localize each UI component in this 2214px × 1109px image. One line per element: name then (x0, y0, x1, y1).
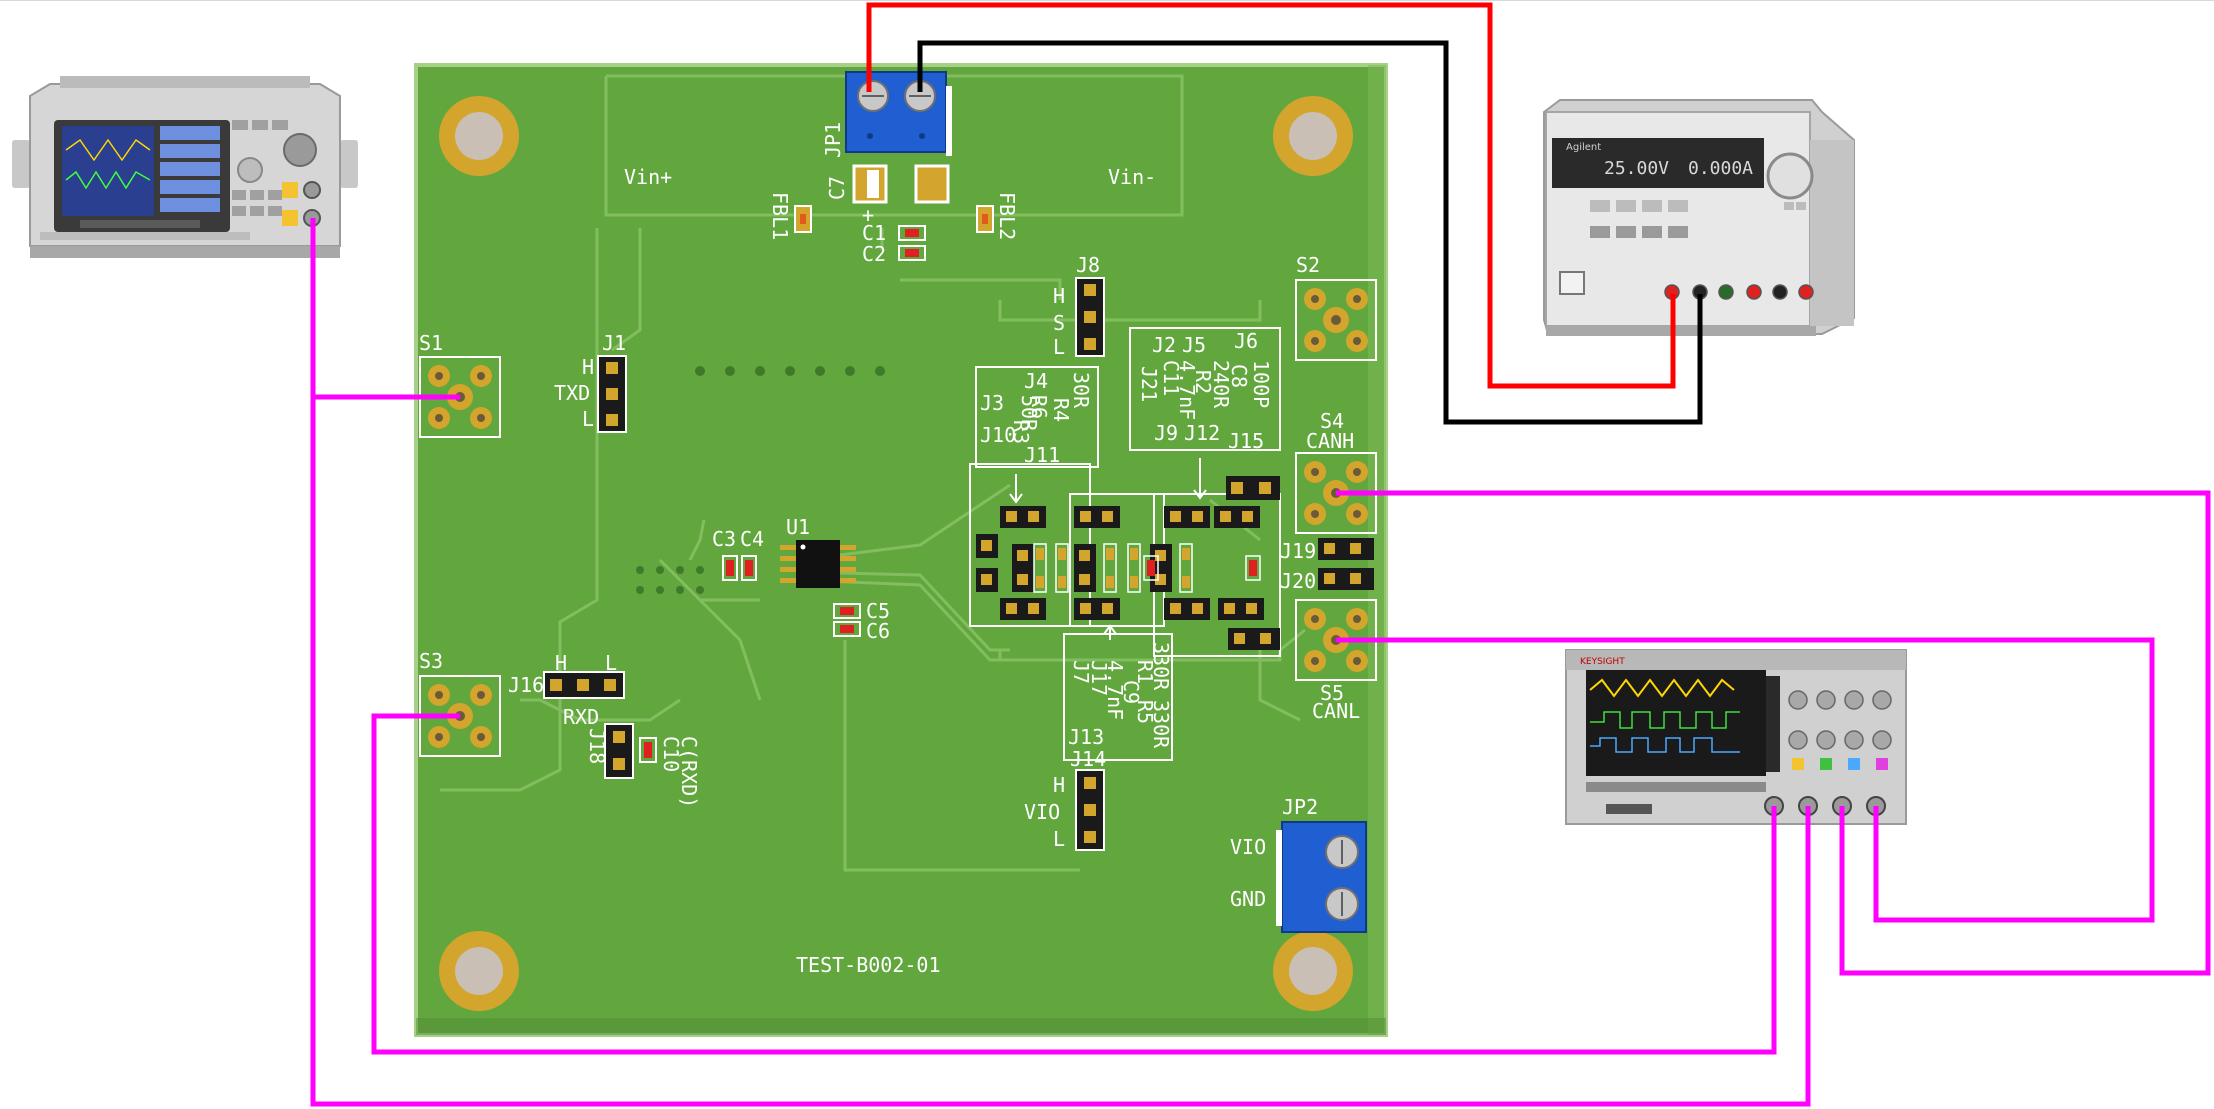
j6-label: J6 (1234, 329, 1258, 353)
c-rxd-label: C(RXD) (677, 736, 701, 808)
psu-voltage-readout: 25.00V (1604, 158, 1669, 179)
j18-label: J18 (585, 728, 609, 764)
rxd-label: RXD (563, 705, 599, 729)
j11-label: J11 (1024, 443, 1060, 467)
mounting-hole-bottom-right (1273, 931, 1353, 1011)
r330a-label: 330R (1149, 642, 1173, 691)
scope-brand-label: KEYSIGHT (1580, 657, 1625, 667)
j14-l-label: L (1053, 827, 1065, 851)
test-setup-diagram: Vin+ Vin- TEST-B002-01 JP1 C7 + FBL1 FBL… (0, 0, 2214, 1107)
j5-label: J5 (1182, 333, 1206, 357)
mounting-hole-top-left (439, 96, 519, 176)
j20-label: J20 (1280, 569, 1316, 593)
j4-label: J4 (1024, 369, 1048, 393)
jp2-label: JP2 (1282, 795, 1318, 819)
j12-label: J12 (1184, 421, 1220, 445)
c3-label: C3 (712, 527, 736, 551)
j14-label: J14 (1070, 747, 1106, 771)
j1-h-label: H (582, 355, 594, 379)
jp1-label: JP1 (821, 122, 845, 158)
r30-label: 30R (1069, 372, 1093, 409)
j1-header (597, 355, 627, 433)
c7-label: C7 (825, 176, 849, 200)
j16-h-label: H (555, 651, 567, 675)
j1-l-label: L (582, 407, 594, 431)
pcb-board: Vin+ Vin- TEST-B002-01 JP1 C7 + FBL1 FBL… (414, 63, 1388, 1037)
j8-l-label: L (1053, 335, 1065, 359)
j3-label: J3 (980, 391, 1004, 415)
j16-l-label: L (605, 651, 617, 675)
s3-label: S3 (419, 649, 443, 673)
j16-label: J16 (508, 673, 544, 697)
c100p-label: 100P (1249, 360, 1273, 408)
board-id-label: TEST-B002-01 (796, 953, 941, 977)
vin-minus-label: Vin- (1108, 165, 1156, 189)
j13-label: J13 (1068, 725, 1104, 749)
c11-label: C11 (1159, 360, 1183, 396)
j16-header (543, 671, 625, 699)
r50-label: 50R (1017, 395, 1041, 432)
j8-header (1075, 277, 1105, 357)
j14-h-label: H (1053, 773, 1065, 797)
vio-label: VIO (1230, 835, 1266, 859)
j9-label: J9 (1154, 421, 1178, 445)
c6-label: C6 (866, 619, 890, 643)
u1-label: U1 (786, 515, 810, 539)
fbl1-ferrite (794, 205, 812, 233)
j14-vio-label: VIO (1024, 800, 1060, 824)
fbl2-label: FBL2 (995, 192, 1019, 240)
psu-current-readout: 0.000A (1688, 158, 1753, 179)
c4-label: C4 (740, 527, 764, 551)
s1-label: S1 (419, 331, 443, 355)
j2-label: J2 (1152, 333, 1176, 357)
canl-label: CANL (1312, 699, 1360, 723)
c2-label: C2 (862, 242, 886, 266)
j14-header (1075, 769, 1105, 851)
j15-label: J15 (1228, 429, 1264, 453)
mounting-hole-bottom-left (439, 931, 519, 1011)
jp1-terminal-block (845, 71, 952, 156)
fbl1-label: FBL1 (768, 192, 792, 240)
j19-label: J19 (1280, 539, 1316, 563)
mounting-hole-top-right (1273, 96, 1353, 176)
j10-label: J10 (980, 423, 1016, 447)
fbl2-ferrite (976, 205, 994, 233)
gnd-label: GND (1230, 887, 1266, 911)
oscilloscope: KEYSIGHT (1565, 649, 1907, 825)
jp2-terminal-block (1276, 821, 1367, 933)
j21-label: J21 (1137, 366, 1161, 402)
s2-label: S2 (1296, 253, 1320, 277)
j1-txd-label: TXD (554, 381, 590, 405)
j8-label: J8 (1076, 253, 1100, 277)
canh-label: CANH (1306, 429, 1354, 453)
j8-h-label: H (1053, 284, 1065, 308)
j1-label: J1 (602, 331, 626, 355)
function-generator (12, 76, 358, 258)
vin-plus-label: Vin+ (624, 165, 672, 189)
r330b-label: 330R (1149, 700, 1173, 749)
psu-brand-label: Agilent (1566, 142, 1601, 153)
j8-s-label: S (1053, 311, 1065, 335)
